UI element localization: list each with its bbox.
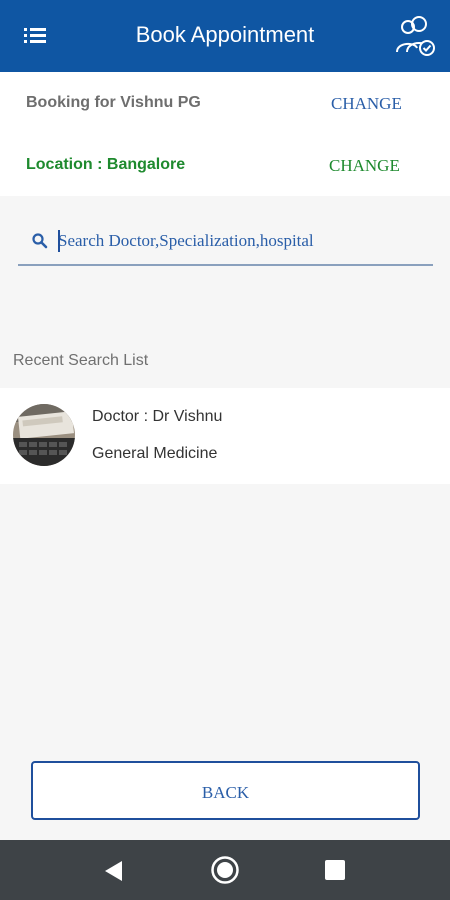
switch-profile-icon[interactable] [391,12,439,60]
page-title: Book Appointment [135,22,315,47]
back-button[interactable]: BACK [31,761,420,820]
change-patient-button[interactable]: CHANGE [331,94,402,114]
booking-details-card: Booking for Vishnu PG CHANGE Location : … [0,72,450,196]
search-icon [31,232,49,250]
location-label: Location : Bangalore [26,156,186,173]
booking-for-label: Booking for Vishnu PG [26,94,201,111]
system-navigation-bar [0,840,450,900]
nav-recents-icon[interactable] [325,860,345,880]
change-location-button[interactable]: CHANGE [329,156,400,176]
recent-search-heading: Recent Search List [13,352,149,369]
text-cursor [58,230,60,252]
nav-back-icon[interactable] [102,859,124,883]
back-button-label: BACK [201,783,250,802]
app-bar: Book Appointment [0,0,450,72]
doctor-name: Doctor : Dr Vishnu [92,408,223,425]
recent-search-item[interactable]: Doctor : Dr Vishnu General Medicine [0,388,450,484]
doctor-photo-avatar [13,404,75,466]
search-input[interactable] [58,228,428,254]
nav-home-icon[interactable] [210,855,240,885]
search-field[interactable] [18,220,433,266]
doctor-specialization: General Medicine [92,445,218,462]
